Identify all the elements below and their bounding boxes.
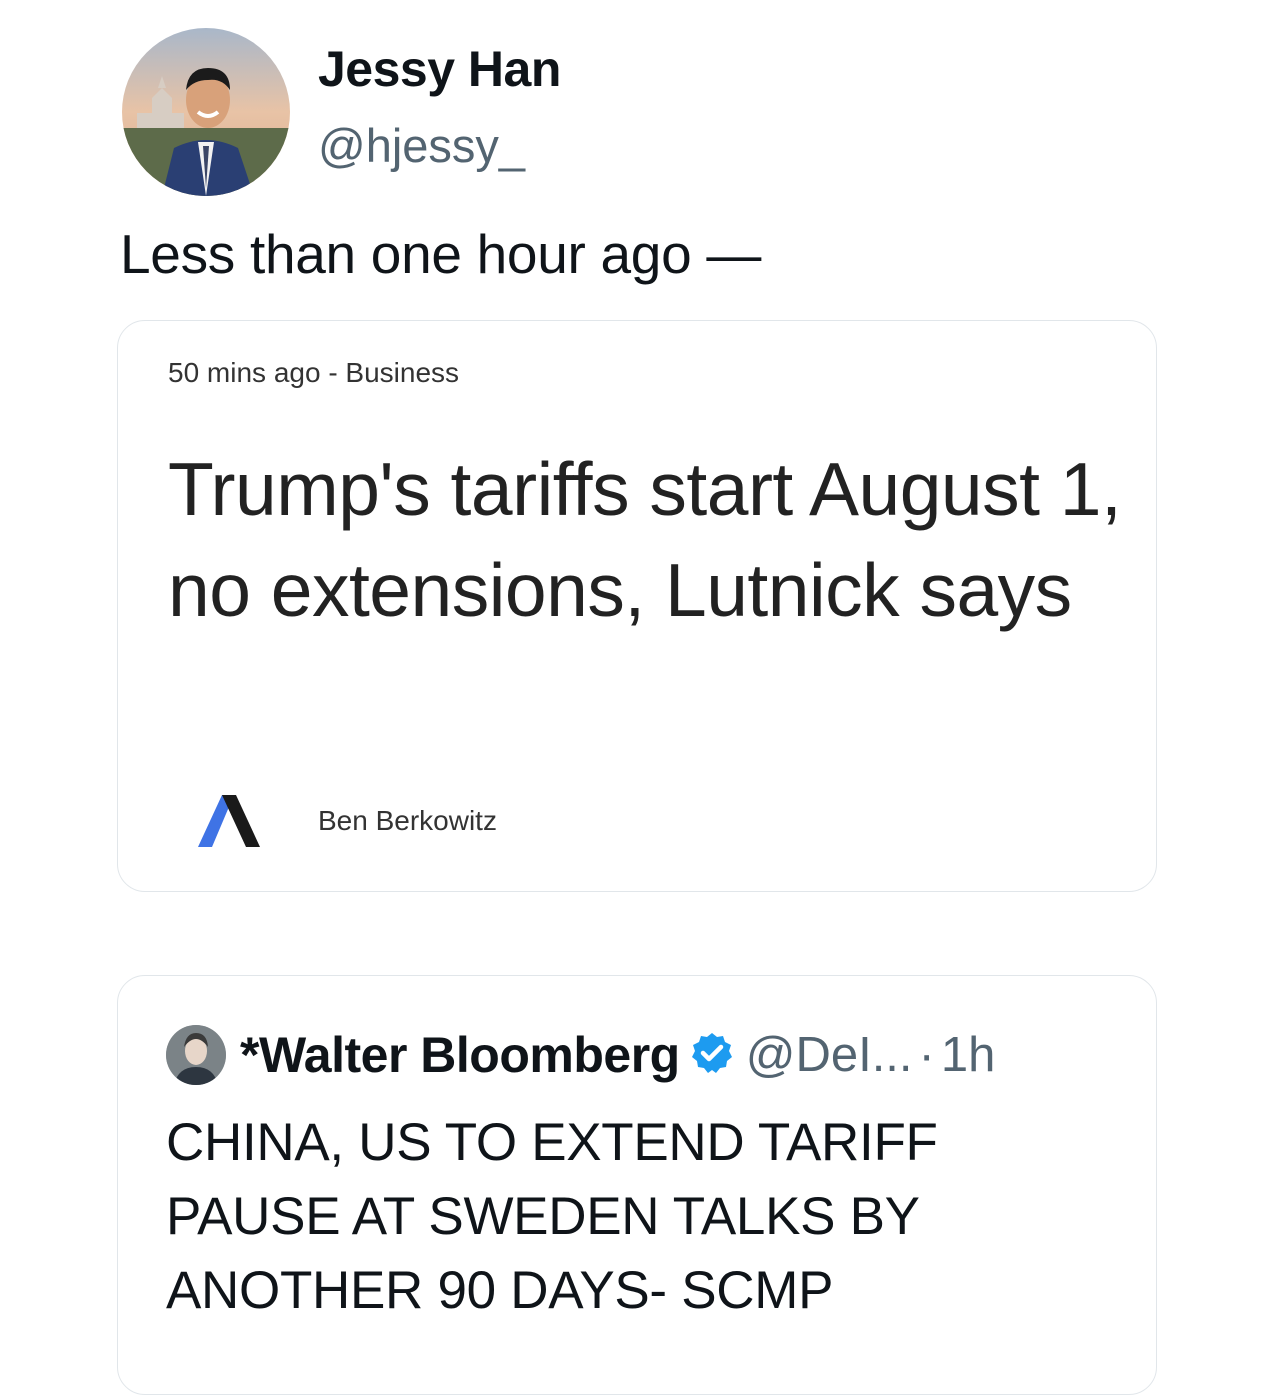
verified-badge-icon xyxy=(690,1031,734,1080)
author-name[interactable]: Jessy Han xyxy=(318,40,561,98)
tweet-text: Less than one hour ago — xyxy=(120,223,762,285)
article-headline: Trump's tariffs start August 1, no exten… xyxy=(168,447,1122,632)
quoted-author-handle[interactable]: @DeI... xyxy=(746,1027,913,1083)
quoted-tweet-time[interactable]: 1h xyxy=(941,1027,996,1083)
quoted-tweet-card[interactable]: *Walter Bloomberg @DeI... · 1h CHINA, US… xyxy=(117,975,1157,1395)
separator-dot: · xyxy=(918,1028,935,1082)
quoted-author-name[interactable]: *Walter Bloomberg xyxy=(240,1026,680,1084)
axios-logo-icon xyxy=(194,791,264,854)
quoted-author-avatar[interactable] xyxy=(166,1025,226,1085)
article-meta: 50 mins ago - Business xyxy=(168,357,460,388)
quoted-tweet-header: *Walter Bloomberg @DeI... · 1h xyxy=(166,1024,995,1086)
quoted-tweet-text: CHINA, US TO EXTEND TARIFF PAUSE AT SWED… xyxy=(166,1113,938,1320)
article-author: Ben Berkowitz xyxy=(318,805,497,836)
author-avatar[interactable] xyxy=(122,28,290,196)
author-handle[interactable]: @hjessy_ xyxy=(318,118,525,173)
article-card[interactable]: 50 mins ago - Business Trump's tariffs s… xyxy=(117,320,1157,892)
